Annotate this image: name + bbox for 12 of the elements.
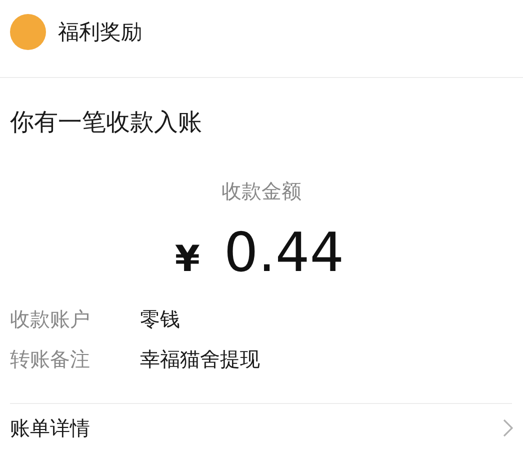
detail-label: 转账备注 — [10, 346, 91, 373]
chevron-right-icon — [503, 419, 513, 437]
message-heading: 你有一笔收款入账 — [9, 107, 203, 138]
detail-value: 零钱 — [140, 306, 180, 333]
detail-label: 收款账户 — [10, 306, 91, 333]
currency-symbol: ¥ — [174, 239, 200, 280]
amount-value: 0.44 — [224, 223, 344, 283]
amount-label: 收款金额 — [220, 178, 302, 205]
detail-value: 幸福猫舍提现 — [140, 346, 260, 373]
chat-title: 福利奖励 — [58, 18, 142, 46]
avatar-icon — [10, 14, 46, 50]
bill-details-link[interactable]: 账单详情 — [0, 404, 523, 442]
